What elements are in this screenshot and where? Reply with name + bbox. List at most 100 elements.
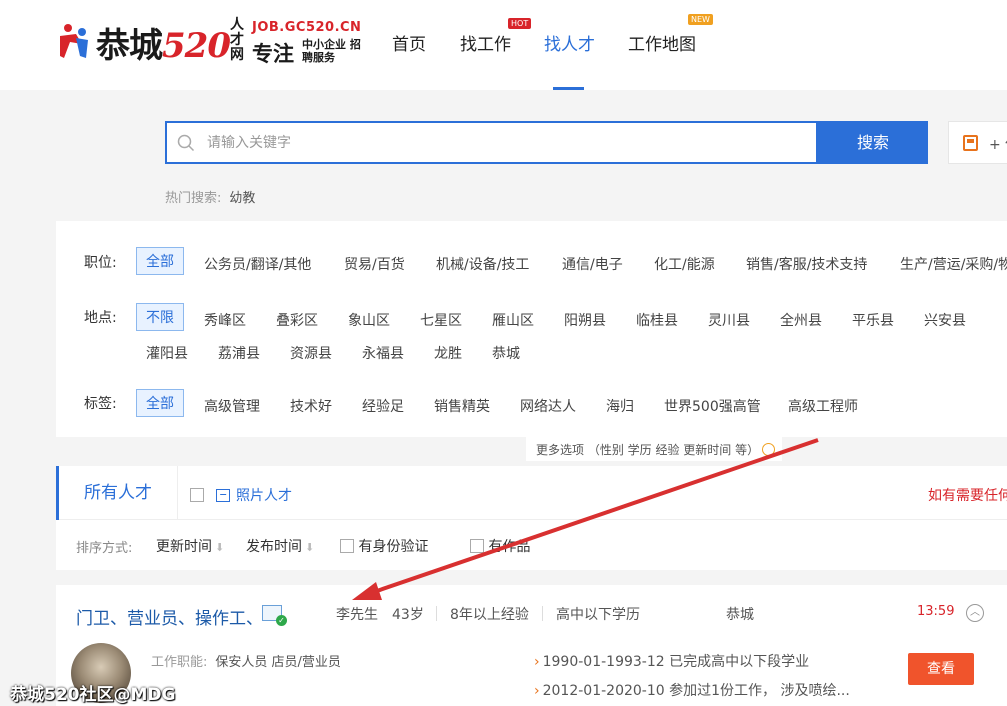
filter-location-option[interactable]: 全州县: [780, 310, 822, 330]
filter-position-option[interactable]: 机械/设备/技工: [436, 254, 529, 274]
filter-has-works[interactable]: 有作品: [470, 536, 530, 556]
sort-bar: 排序方式: 更新时间 ⬇ 发布时间 ⬇ 有身份验证 有作品: [56, 520, 1007, 570]
filter-location-option[interactable]: 平乐县: [852, 310, 894, 330]
filter-location-option[interactable]: 阳朔县: [564, 310, 606, 330]
nav-job-map[interactable]: 工作地图: [628, 30, 696, 55]
nav-home[interactable]: 首页: [392, 30, 426, 55]
sort-arrow-icon: ⬇: [215, 541, 225, 554]
filter-location-option[interactable]: 兴安县: [924, 310, 966, 330]
hot-search-label: 热门搜索:: [165, 191, 222, 206]
photo-talent-checkbox[interactable]: [190, 488, 204, 502]
filter-location-option[interactable]: 七星区: [420, 310, 462, 330]
photo-talent-filter[interactable]: 照片人才: [190, 485, 292, 505]
photo-talent-label: 照片人才: [236, 488, 292, 504]
logo-brand: 恭城520: [96, 26, 231, 66]
divider: [436, 606, 437, 621]
collapse-icon[interactable]: ︿: [966, 604, 984, 622]
tab-all-talent[interactable]: 所有人才: [56, 466, 178, 520]
filter-panel: 职位: 全部 公务员/翻译/其他 贸易/百货 机械/设备/技工 通信/电子 化工…: [56, 221, 1007, 437]
filter-label-tags: 标签:: [84, 396, 117, 412]
view-button[interactable]: 查看: [908, 653, 974, 685]
hot-badge: HOT: [508, 18, 532, 29]
filter-tag-all[interactable]: 全部: [136, 389, 184, 417]
filter-tag-option[interactable]: 高级工程师: [788, 396, 858, 416]
resume-location: 恭城: [726, 607, 754, 623]
logo-figure-icon: [60, 24, 88, 58]
sort-arrow-icon: ⬇: [305, 541, 315, 554]
history-item: 1990-01-1993-12 已完成高中以下段学业: [534, 651, 810, 671]
more-options-label: 更多选项 （性别 学历 经验 更新时间 等）: [536, 443, 760, 457]
nav-find-talent[interactable]: 找人才: [544, 30, 595, 55]
resume-card: 门卫、营业员、操作工、 李先生 43岁 8年以上经验 高中以下学历 恭城 13:…: [56, 585, 1007, 706]
filter-location-option[interactable]: 龙胜: [434, 343, 462, 363]
new-badge: NEW: [688, 14, 713, 25]
hot-search: 热门搜索: 幼教: [165, 187, 255, 206]
picture-icon: [216, 489, 230, 502]
sort-label: 排序方式:: [76, 541, 133, 556]
filter-tag-option[interactable]: 海归: [606, 396, 634, 416]
filter-location-option[interactable]: 荔浦县: [218, 343, 260, 363]
resume-title[interactable]: 门卫、营业员、操作工、: [76, 604, 263, 629]
filter-location-option[interactable]: 雁山区: [492, 310, 534, 330]
filter-position-option[interactable]: 公务员/翻译/其他: [204, 254, 311, 274]
filter-position-option[interactable]: 化工/能源: [654, 254, 715, 274]
filter-location-option[interactable]: 灌阳县: [146, 343, 188, 363]
site-logo[interactable]: 恭城520 人才网 JOB.GC520.CN 专注 中小企业 招聘服务: [56, 14, 361, 70]
site-header: 恭城520 人才网 JOB.GC520.CN 专注 中小企业 招聘服务 首页 找…: [0, 0, 1007, 90]
filter-location-option[interactable]: 资源县: [290, 343, 332, 363]
filter-position-option[interactable]: 生产/营运/采购/物: [900, 254, 1007, 274]
id-verified-checkbox[interactable]: [340, 539, 354, 553]
has-works-checkbox[interactable]: [470, 539, 484, 553]
search-input[interactable]: [207, 123, 807, 162]
filter-tag-option[interactable]: 网络达人: [520, 396, 576, 416]
expand-smile-icon: [762, 443, 776, 456]
divider: [542, 606, 543, 621]
hot-search-keyword[interactable]: 幼教: [229, 191, 255, 206]
filter-label-position: 职位:: [84, 255, 117, 271]
watermark: 恭城520社区@MDG: [10, 685, 176, 705]
resume-education: 高中以下学历: [556, 607, 640, 623]
filter-location-all[interactable]: 不限: [136, 303, 184, 331]
filter-location-option[interactable]: 临桂县: [636, 310, 678, 330]
search-box: [165, 121, 818, 164]
search-icon: [177, 134, 195, 152]
sort-update-time[interactable]: 更新时间 ⬇: [156, 536, 224, 556]
filter-location-option[interactable]: 秀峰区: [204, 310, 246, 330]
talent-tabs: 所有人才 照片人才 如有需要任何: [56, 466, 1007, 520]
more-options-toggle[interactable]: 更多选项 （性别 学历 经验 更新时间 等）: [526, 437, 782, 461]
filter-location-option[interactable]: 叠彩区: [276, 310, 318, 330]
nav-find-job[interactable]: 找工作: [460, 30, 511, 55]
filter-position-option[interactable]: 通信/电子: [562, 254, 623, 274]
filter-tag-option[interactable]: 销售精英: [434, 396, 490, 416]
logo-rencai: 人才网: [230, 17, 244, 63]
filter-tag-option[interactable]: 技术好: [290, 396, 332, 416]
resume-age: 43岁: [392, 607, 424, 623]
logo-slogan-sub: 中小企业 招聘服务: [302, 38, 361, 64]
filter-location-option[interactable]: 象山区: [348, 310, 390, 330]
save-search-button[interactable]: + 保: [948, 121, 1007, 164]
save-search-label: + 保: [989, 137, 1007, 153]
search-button[interactable]: 搜索: [818, 121, 928, 164]
filter-position-all[interactable]: 全部: [136, 247, 184, 275]
logo-site: JOB.GC520.CN: [252, 20, 362, 35]
resume-experience: 8年以上经验: [450, 607, 529, 623]
filter-tag-option[interactable]: 经验足: [362, 396, 404, 416]
logo-slogan-main: 专注: [252, 42, 294, 66]
filter-location-option[interactable]: 永福县: [362, 343, 404, 363]
notice-text[interactable]: 如有需要任何: [928, 485, 1007, 505]
filter-tag-option[interactable]: 高级管理: [204, 396, 260, 416]
sort-publish-time[interactable]: 发布时间 ⬇: [246, 536, 314, 556]
resume-name: 李先生: [336, 607, 378, 623]
filter-id-verified[interactable]: 有身份验证: [340, 536, 428, 556]
filter-tag-option[interactable]: 世界500强高管: [664, 396, 761, 416]
save-icon: [963, 135, 978, 151]
nav-active-indicator: [553, 87, 584, 90]
resume-time: 13:59: [917, 604, 955, 619]
id-verified-icon: [262, 605, 287, 626]
filter-location-option[interactable]: 恭城: [492, 343, 520, 363]
job-function: 工作职能: 保安人员 店员/营业员: [151, 655, 341, 670]
filter-location-option[interactable]: 灵川县: [708, 310, 750, 330]
filter-position-option[interactable]: 贸易/百货: [344, 254, 405, 274]
filter-position-option[interactable]: 销售/客服/技术支持: [746, 254, 867, 274]
filter-label-location: 地点:: [84, 310, 117, 326]
